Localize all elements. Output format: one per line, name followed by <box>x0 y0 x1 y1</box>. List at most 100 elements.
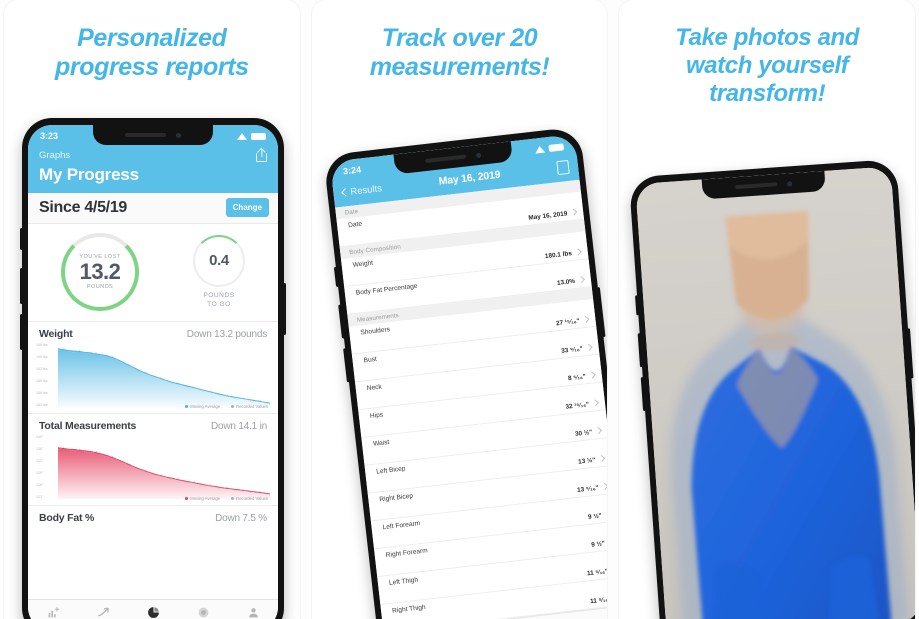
chart-measurements-delta: Down 14.1 in <box>211 421 267 432</box>
gauge-lost-value: 13.2 <box>79 259 121 285</box>
chevron-right-icon <box>591 399 599 407</box>
person-icon <box>228 605 278 619</box>
record-date-title: May 16, 2019 <box>437 168 501 188</box>
chevron-right-icon <box>594 427 602 435</box>
tab-bar: Add MeasurementsResultsMy ProgressPhotos… <box>28 599 278 619</box>
phone-power-button[interactable] <box>907 328 914 379</box>
earpiece-speaker <box>425 154 466 164</box>
legend-item: Recorded Values <box>231 404 268 409</box>
battery-icon <box>548 142 564 152</box>
ytick: 126" <box>36 483 44 487</box>
tab-add-measurements[interactable]: Add Measurements <box>28 605 78 619</box>
status-time: 3:23 <box>40 131 59 141</box>
tab-item-4[interactable] <box>580 614 607 619</box>
legend-label: Recorded Values <box>236 404 268 409</box>
chevron-right-icon <box>597 455 605 463</box>
trash-icon[interactable] <box>555 159 570 176</box>
phone-power-button[interactable] <box>596 287 606 338</box>
body-fat-title: Body Fat % <box>39 512 95 524</box>
chevron-right-icon <box>585 343 593 351</box>
tab-results[interactable]: Results <box>78 605 128 619</box>
chevron-right-icon <box>577 276 585 284</box>
chart-measurements-legend: Moving Average Recorded Values <box>185 496 268 501</box>
tab-photos[interactable]: Photos <box>178 605 228 619</box>
chevron-right-icon <box>588 371 596 379</box>
wifi-icon <box>237 132 247 140</box>
back-button-results[interactable]: Results <box>340 183 382 198</box>
panel-2-headline: Track over 20 measurements! <box>369 24 550 81</box>
phone-mute-button[interactable] <box>333 266 339 287</box>
phone-mute-button[interactable] <box>20 228 23 250</box>
measurement-value: 33 ⁹⁄₁₆" <box>560 345 583 355</box>
since-row: Since 4/5/19 Change <box>28 193 278 224</box>
phone-notch <box>93 125 213 145</box>
gauge-togo-caption-2: TO GO <box>207 300 231 308</box>
phone-power-button[interactable] <box>283 283 286 335</box>
front-camera <box>475 152 481 158</box>
phone-volume-up-button[interactable] <box>637 333 644 368</box>
ytick: 140" <box>36 435 44 439</box>
measurement-value: 8 ⁵⁄₁₆" <box>567 373 586 383</box>
phone-volume-down-button[interactable] <box>20 314 23 350</box>
ytick: 189 lbs <box>36 379 48 383</box>
ytick: 123" <box>36 495 44 499</box>
progress-photo-overlay[interactable] <box>635 166 916 619</box>
chart-weight[interactable]: Weight Down 13.2 pounds 196 lbs 195 lbs … <box>28 322 278 414</box>
chevron-left-icon <box>340 188 350 197</box>
chart-weight-yaxis: 196 lbs 195 lbs 192 lbs 189 lbs 186 lbs … <box>36 343 58 407</box>
measurement-value: 13 ½" <box>577 456 596 466</box>
chevron-right-icon <box>569 208 577 216</box>
battery-icon <box>251 132 266 140</box>
tab-my-progress[interactable]: My Progress <box>128 605 178 619</box>
gauge-pounds-lost: YOU'VE LOST 13.2 POUNDS <box>61 233 139 311</box>
gauge-togo-value: 0.4 <box>209 252 229 270</box>
earpiece-speaker <box>735 182 778 190</box>
measurement-value: 27 ¹⁵⁄₁₆" <box>555 317 580 328</box>
phone-2-screen: 3:24 Results May 16, 2019 Date Date May … <box>329 134 608 619</box>
front-camera <box>175 132 181 138</box>
measurement-value: 13.0% <box>556 277 576 287</box>
phone-volume-down-button[interactable] <box>342 348 350 383</box>
measurement-value: 180.1 lbs <box>544 250 572 261</box>
page-title: My Progress <box>39 165 139 184</box>
share-icon[interactable] <box>256 149 267 162</box>
person-icon <box>580 614 607 619</box>
measurement-value: 9 ½" <box>587 512 602 521</box>
measurement-value: 13 ⁵⁄₁₆" <box>576 484 599 494</box>
earpiece-speaker <box>125 133 166 137</box>
ytick: 129" <box>36 471 44 475</box>
phone-volume-up-button[interactable] <box>20 268 23 304</box>
ytick: 196 lbs <box>36 343 48 347</box>
phone-volume-down-button[interactable] <box>641 377 647 412</box>
legend-label: Moving Average <box>190 496 221 501</box>
tab-me[interactable]: Me <box>228 605 278 619</box>
ytick: 136" <box>36 447 44 451</box>
wifi-icon <box>534 144 545 154</box>
phone-volume-up-button[interactable] <box>337 304 345 339</box>
legend-item: Moving Average <box>185 404 220 409</box>
ytick: 183 lbs <box>36 403 48 407</box>
chevron-right-icon <box>604 510 608 518</box>
phone-mute-button[interactable] <box>635 295 640 316</box>
bar-chart-plus-icon <box>28 605 78 619</box>
ytick: 133" <box>36 459 44 463</box>
chevron-right-icon <box>582 315 590 323</box>
chart-measurements-plot <box>58 436 270 499</box>
chart-weight-legend: Moving Average Recorded Values <box>185 404 268 409</box>
chart-body-fat[interactable]: Body Fat % Down 7.5 % <box>28 506 278 531</box>
measurement-value: 11 ⁵⁄₁₆" <box>589 595 608 606</box>
nav-back-graphs[interactable]: Graphs <box>39 150 70 161</box>
chart-total-measurements[interactable]: Total Measurements Down 14.1 in 140" 136… <box>28 414 278 506</box>
legend-item: Recorded Values <box>231 496 268 501</box>
change-button[interactable]: Change <box>225 198 269 217</box>
legend-item: Moving Average <box>185 496 220 501</box>
chevron-right-icon <box>601 482 608 490</box>
body-fat-delta: Down 7.5 % <box>215 513 267 524</box>
panel-measurements: Track over 20 measurements! 3:24 Results… <box>311 0 608 619</box>
legend-label: Recorded Values <box>236 496 268 501</box>
phone-2: 3:24 Results May 16, 2019 Date Date May … <box>322 126 608 619</box>
measurement-value: May 16, 2019 <box>527 210 568 222</box>
measurement-value: 9 ½" <box>590 540 605 549</box>
front-camera <box>787 180 793 187</box>
pie-chart-icon <box>128 605 178 619</box>
